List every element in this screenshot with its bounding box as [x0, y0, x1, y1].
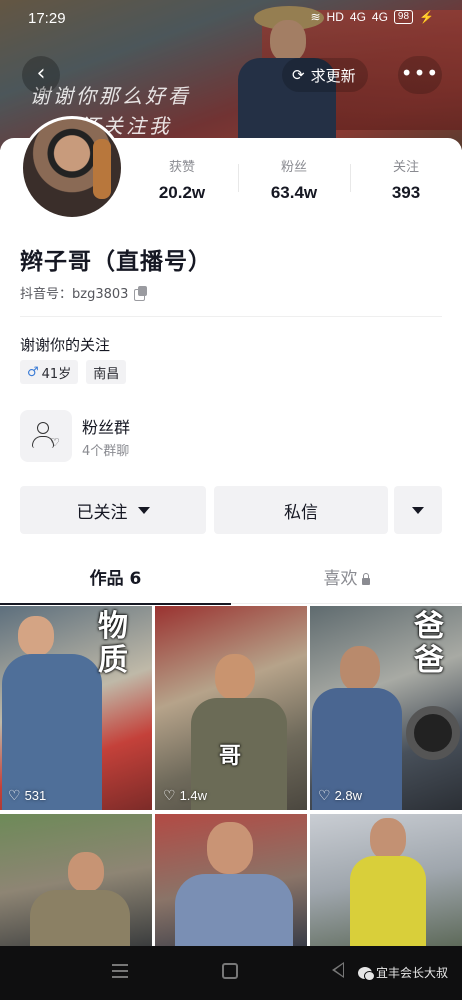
- stat-following[interactable]: 关注 393: [350, 150, 462, 210]
- video-caption: 爸爸: [414, 609, 444, 678]
- message-button[interactable]: 私信: [214, 486, 388, 534]
- system-nav-bar: 宜丰会长大叔: [0, 946, 462, 1000]
- heart-icon: ♡: [163, 787, 176, 803]
- video-thumbnail[interactable]: 爸爸 ♡ 2.8w: [310, 606, 462, 810]
- male-icon: ♂: [27, 364, 39, 380]
- video-thumbnail[interactable]: [310, 814, 462, 946]
- followed-button[interactable]: 已关注: [20, 486, 206, 534]
- fan-group-title: 粉丝群: [82, 418, 131, 437]
- stat-likes[interactable]: 获赞 20.2w: [126, 150, 238, 210]
- message-label: 私信: [284, 502, 318, 523]
- tab-works-label: 作品 6: [89, 569, 142, 589]
- stat-followers[interactable]: 粉丝 63.4w: [238, 150, 350, 210]
- video-thumbnail[interactable]: [0, 814, 152, 946]
- bio: 谢谢你的关注: [20, 336, 111, 354]
- fan-group-icon: ♡: [20, 410, 72, 462]
- video-thumbnail[interactable]: 哥 ♡ 1.4w: [155, 606, 307, 810]
- caret-down-icon: [412, 506, 424, 514]
- watermark: 宜丰会长大叔: [358, 964, 448, 981]
- ellipsis-icon: •••: [400, 61, 440, 85]
- profile-tags: ♂ 41岁 南昌: [20, 360, 127, 384]
- avatar[interactable]: [20, 116, 124, 220]
- age-label: 41岁: [41, 366, 72, 382]
- content-tabs: 作品 6 喜欢: [0, 558, 462, 605]
- signal-icon-1: 4G: [349, 10, 366, 24]
- stat-label: 粉丝: [280, 160, 307, 175]
- video-thumbnail[interactable]: 物质 ♡ 531: [0, 606, 152, 810]
- fan-group-entry[interactable]: ♡ 粉丝群 4个群聊: [20, 410, 440, 462]
- menu-icon[interactable]: [112, 964, 128, 978]
- tab-works[interactable]: 作品 6: [0, 558, 231, 605]
- status-bar: 17:29 ≋ HD 4G 4G 98 ⚡: [0, 0, 462, 38]
- location-label: 南昌: [93, 366, 120, 382]
- fan-group-subtitle: 4个群聊: [82, 444, 130, 459]
- status-time: 17:29: [28, 10, 66, 27]
- stat-label: 获赞: [168, 160, 195, 175]
- wechat-icon: [358, 966, 375, 981]
- caret-down-icon: [137, 506, 150, 514]
- stat-value: 63.4w: [270, 183, 318, 202]
- back-arrow-icon: ‹: [36, 61, 46, 86]
- recommend-dropdown-button[interactable]: [394, 486, 442, 534]
- like-count: ♡ 1.4w: [163, 787, 208, 803]
- location-tag: 南昌: [86, 360, 127, 384]
- divider: [20, 316, 442, 317]
- video-thumbnail[interactable]: [155, 814, 307, 946]
- back-triangle-icon[interactable]: [332, 962, 344, 978]
- watermark-text: 宜丰会长大叔: [376, 966, 449, 980]
- signal-icon-2: 4G: [371, 10, 388, 24]
- like-count: ♡ 531: [8, 787, 47, 803]
- wifi-icon: ≋: [310, 10, 321, 24]
- active-tab-indicator: [0, 603, 231, 605]
- profile-stats: 获赞 20.2w 粉丝 63.4w 关注 393: [126, 150, 462, 210]
- home-icon[interactable]: [222, 963, 238, 979]
- stat-value: 393: [391, 183, 421, 202]
- followed-label: 已关注: [76, 502, 128, 523]
- tab-likes[interactable]: 喜欢: [231, 558, 462, 604]
- status-icons: ≋ HD 4G 4G 98 ⚡: [310, 10, 434, 24]
- like-count: ♡ 2.8w: [318, 787, 363, 803]
- douyin-id: 抖音号：bzg3803: [20, 287, 129, 302]
- charging-icon: ⚡: [419, 10, 434, 24]
- lock-icon: [361, 573, 370, 585]
- copy-icon[interactable]: [134, 285, 148, 301]
- seek-update-label: 求更新: [310, 66, 356, 85]
- stat-value: 20.2w: [158, 183, 206, 202]
- heart-icon: ♡: [8, 787, 21, 803]
- douyin-id-row: 抖音号：bzg3803: [20, 283, 148, 302]
- hd-icon: HD: [326, 10, 344, 24]
- video-caption: 哥: [219, 743, 242, 769]
- tab-likes-label: 喜欢: [323, 569, 358, 589]
- seek-update-button[interactable]: ⟳ 求更新: [282, 58, 368, 92]
- heart-icon: ♡: [318, 787, 331, 803]
- nickname: 辫子哥（直播号）: [20, 249, 212, 275]
- age-tag: ♂ 41岁: [20, 360, 79, 384]
- seek-update-icon: ⟳: [292, 66, 305, 84]
- back-button[interactable]: ‹: [22, 56, 60, 94]
- video-grid: 物质 ♡ 531 哥 ♡ 1.4w 爸爸 ♡ 2.8w: [0, 606, 462, 946]
- video-caption: 物质: [98, 609, 128, 678]
- battery-icon: 98: [393, 10, 414, 24]
- profile-actions: 已关注 私信: [20, 486, 442, 534]
- more-button[interactable]: •••: [398, 56, 442, 94]
- stat-label: 关注: [392, 160, 419, 175]
- profile-card: 获赞 20.2w 粉丝 63.4w 关注 393 辫子哥（直播号） 抖音号：bz…: [0, 116, 462, 558]
